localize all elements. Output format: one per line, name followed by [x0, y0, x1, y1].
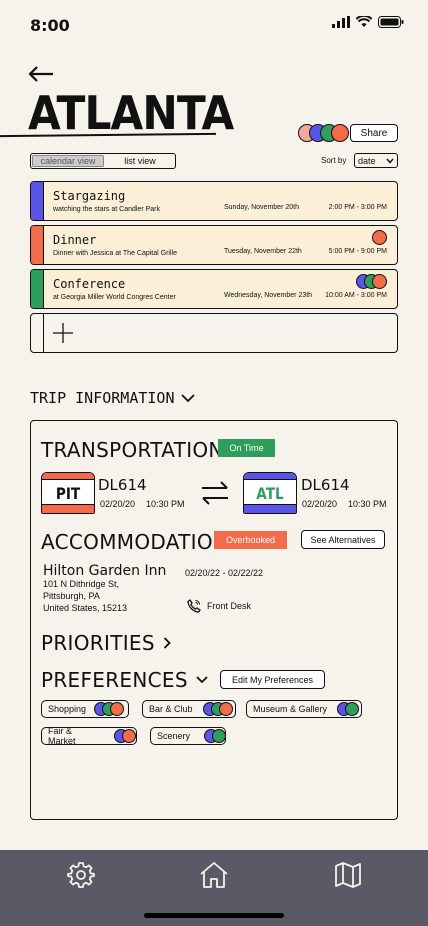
avatar	[212, 729, 227, 743]
destination-date: 02/20/20	[302, 499, 338, 509]
preference-chip-shopping[interactable]: Shopping	[41, 700, 129, 718]
event-card-dinner[interactable]: Dinner Dinner with Jessica at The Capita…	[30, 225, 398, 265]
event-card-conference[interactable]: Conference at Georgia Miller World Congr…	[30, 269, 398, 309]
event-subtitle: at Georgia Miller World Congres Center	[53, 294, 176, 301]
chip-label: Scenery	[157, 731, 191, 741]
event-color-bar	[31, 226, 44, 264]
event-time: 5:00 PM - 9:00 PM	[328, 248, 387, 255]
avatar	[110, 702, 125, 716]
chevron-down-icon	[180, 393, 195, 402]
sort-value: date	[358, 155, 376, 166]
trip-members[interactable]	[298, 124, 349, 142]
home-icon[interactable]	[199, 860, 229, 890]
event-subtitle: watching the stars at Candler Park	[53, 206, 160, 213]
avatar	[372, 230, 387, 245]
event-time: 10:00 AM - 3:00 PM	[325, 292, 387, 299]
origin-ticket-icon: PIT	[41, 472, 95, 514]
status-badge: On Time	[218, 439, 275, 457]
chevron-right-icon	[163, 637, 171, 649]
transportation-heading: TRANSPORTATION	[41, 438, 224, 462]
hotel-address-line1: 101 N Dithridge St,	[43, 579, 120, 589]
destination-time: 10:30 PM	[348, 499, 387, 509]
gear-icon[interactable]	[66, 860, 96, 890]
edit-preferences-button[interactable]: Edit My Preferences	[220, 670, 325, 689]
trip-information-heading: TRIP INFORMATION	[30, 389, 175, 407]
event-time: 2:00 PM - 3:00 PM	[328, 204, 387, 211]
preference-chip-bar-club[interactable]: Bar & Club	[142, 700, 236, 718]
event-title: Dinner	[53, 233, 97, 247]
destination-code: ATL	[256, 483, 284, 503]
status-icons	[332, 16, 404, 28]
event-subtitle: Dinner with Jessica at The Capital Grill…	[53, 250, 177, 257]
preference-chip-museum-gallery[interactable]: Museum & Gallery	[246, 700, 362, 718]
add-event-button[interactable]	[30, 313, 398, 353]
page-title: ATLANTA	[28, 86, 234, 140]
chevron-down-icon	[386, 158, 394, 164]
list-view-tab[interactable]: list view	[105, 154, 175, 168]
chip-label: Shopping	[48, 704, 87, 714]
trip-information-toggle[interactable]: TRIP INFORMATION	[30, 389, 195, 407]
preferences-toggle[interactable]: PREFERENCES	[41, 668, 208, 692]
preference-chip-scenery[interactable]: Scenery	[150, 727, 227, 745]
event-title: Stargazing	[53, 189, 126, 203]
event-color-bar	[31, 314, 44, 352]
preference-chip-fair-market[interactable]: Fair & Market	[41, 726, 137, 746]
priorities-toggle[interactable]: PRIORITIES	[41, 631, 171, 655]
hotel-address-line2: Pittsburgh, PA	[43, 591, 100, 601]
event-color-bar	[31, 270, 44, 308]
sort-select[interactable]: date	[354, 153, 398, 168]
share-button[interactable]: Share	[350, 124, 398, 142]
status-time: 8:00	[30, 16, 70, 35]
sort-label: Sort by	[321, 156, 347, 165]
event-date: Wednesday, November 23th	[224, 292, 313, 299]
front-desk-link[interactable]: Front Desk	[187, 599, 251, 613]
origin-code: PIT	[55, 483, 81, 503]
event-card-stargazing[interactable]: Stargazing watching the stars at Candler…	[30, 181, 398, 221]
back-arrow-icon[interactable]	[28, 60, 54, 86]
chip-label: Museum & Gallery	[253, 704, 328, 714]
destination-flight: DL614	[301, 476, 350, 494]
origin-flight: DL614	[98, 476, 147, 494]
origin-time: 10:30 PM	[146, 499, 185, 509]
event-title: Conference	[53, 277, 126, 291]
avatar	[122, 729, 136, 743]
home-indicator	[144, 913, 284, 918]
event-attendees	[356, 274, 387, 289]
see-alternatives-button[interactable]: See Alternatives	[301, 530, 385, 549]
event-attendees	[372, 230, 387, 245]
preferences-heading: PREFERENCES	[41, 668, 188, 692]
chip-label: Fair & Market	[48, 726, 76, 746]
chevron-down-icon	[196, 676, 208, 684]
view-toggle: calendar view list view	[30, 153, 176, 169]
calendar-view-tab[interactable]: calendar view	[32, 155, 104, 167]
event-color-bar	[31, 182, 44, 220]
phone-icon	[187, 599, 201, 613]
avatar	[218, 702, 233, 716]
wifi-icon	[356, 16, 372, 27]
event-date: Sunday, November 20th	[224, 204, 299, 211]
priorities-heading: PRIORITIES	[41, 631, 155, 655]
swap-icon[interactable]	[201, 481, 229, 505]
plus-icon	[53, 323, 73, 343]
chip-label: Bar & Club	[149, 704, 193, 714]
event-date: Tuesday, November 22th	[224, 248, 302, 255]
avatar	[331, 124, 349, 142]
destination-ticket-icon: ATL	[243, 472, 297, 514]
accommodation-heading: ACCOMMODATION	[41, 530, 229, 554]
avatar	[345, 702, 360, 716]
origin-date: 02/20/20	[100, 499, 136, 509]
front-desk-label: Front Desk	[207, 601, 252, 611]
signal-icon	[332, 16, 350, 28]
avatar	[372, 274, 387, 289]
status-badge: Overbooked	[214, 531, 287, 549]
battery-icon	[378, 16, 404, 28]
hotel-address-line3: United States, 15213	[43, 603, 128, 613]
hotel-dates: 02/20/22 - 02/22/22	[185, 568, 264, 578]
trip-information-panel: TRANSPORTATION On Time PIT DL614 02/20/2…	[30, 420, 398, 820]
map-icon[interactable]	[333, 860, 363, 890]
hotel-name: Hilton Garden Inn	[43, 563, 167, 579]
